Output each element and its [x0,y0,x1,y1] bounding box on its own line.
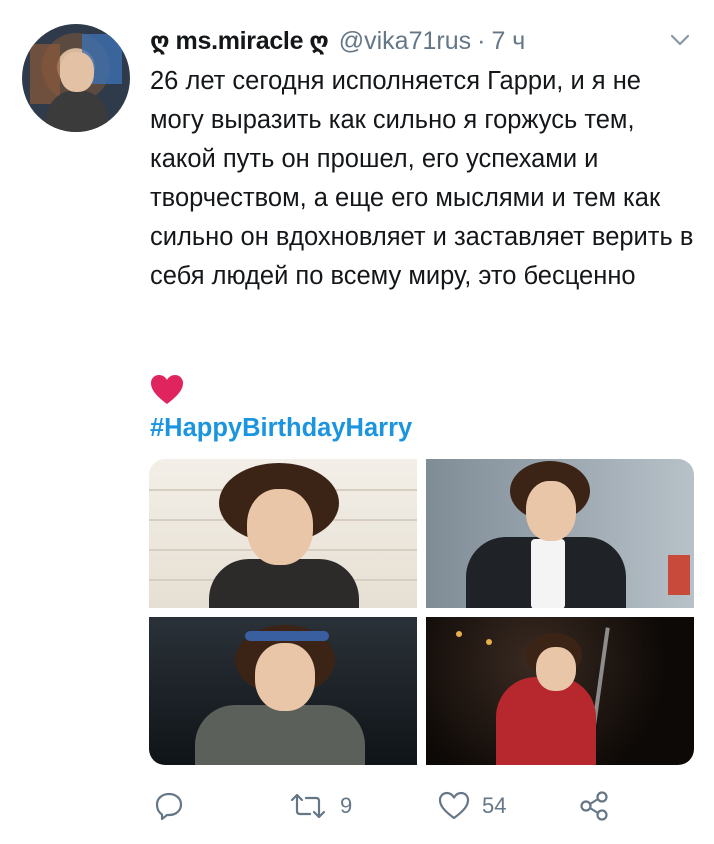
share-button[interactable] [578,786,622,826]
retweet-button[interactable]: 9 [288,786,352,826]
photo-2-shirt [531,539,565,608]
photo-3-face [255,643,315,711]
photo-grid [149,459,694,765]
reply-icon [155,792,183,821]
tweet-header: ღ ms.miracle ღ @vika71rus · 7 ч [150,24,525,58]
like-icon [438,791,470,820]
photo-4-shirt [496,677,596,765]
retweet-count: 9 [340,793,353,818]
hashtag-link[interactable]: #HappyBirthdayHarry [150,409,412,448]
tweet-actions: 9 54 [150,786,670,826]
separator: · [477,26,486,55]
avatar-bg-shape [30,44,60,104]
red-heart-emoji [151,375,183,404]
photo-4-face [536,647,576,691]
photo-3[interactable] [149,617,417,765]
photo-3-headband [245,631,329,641]
photo-2[interactable] [426,459,694,608]
share-icon [580,791,608,821]
like-button[interactable]: 54 [438,786,506,826]
name-decoration: ღ [309,27,329,55]
avatar-face [60,52,94,92]
photo-4-stage-light [456,631,462,637]
photo-1[interactable] [149,459,417,608]
name-decoration: ღ [150,27,170,55]
tweet-text: 26 лет сегодня исполняется Гарри, и я не… [150,67,694,290]
photo-4-stage-light [486,639,492,645]
display-name[interactable]: ms.miracle [176,27,304,56]
retweet-icon [290,793,326,819]
reply-button[interactable] [154,786,196,826]
chevron-down-icon[interactable] [668,30,692,50]
photo-1-jacket [209,559,359,608]
like-count: 54 [482,793,507,818]
photo-3-sweater [195,705,365,765]
avatar[interactable] [22,24,130,132]
photo-2-face [526,481,576,541]
photo-2-sign [668,555,690,595]
tweet-time[interactable]: 7 ч [491,27,525,56]
photo-1-face [247,489,313,565]
photo-4[interactable] [426,617,694,765]
user-handle[interactable]: @vika71rus [339,27,471,56]
